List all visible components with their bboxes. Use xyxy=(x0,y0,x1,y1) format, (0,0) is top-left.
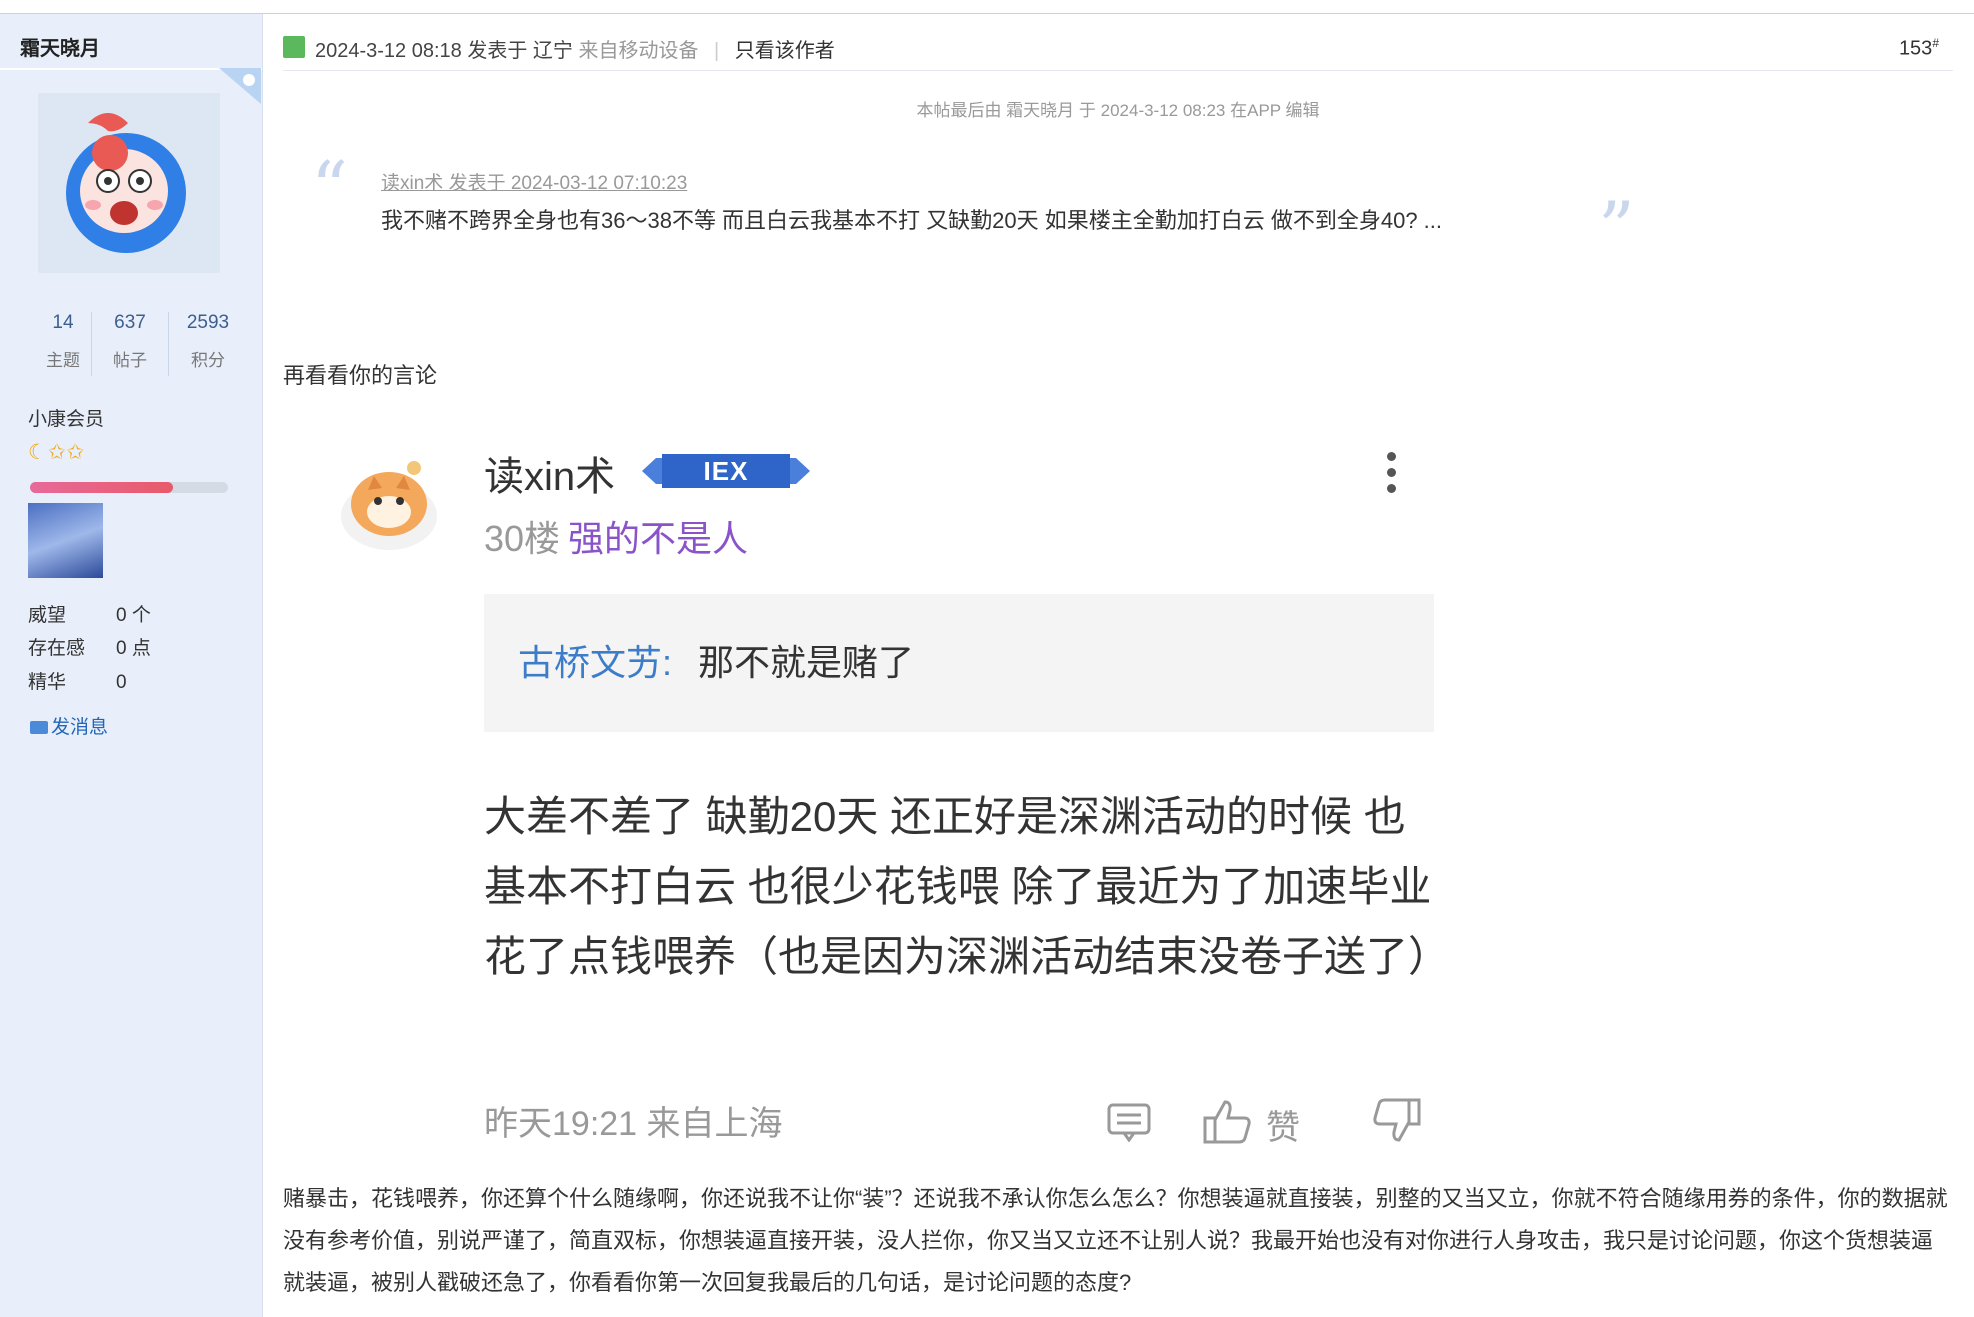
quote-close-icon: ” xyxy=(1598,186,1635,270)
stat-threads[interactable]: 14 主题 xyxy=(28,312,98,371)
info-digest: 精华 0 xyxy=(28,667,127,694)
level-progress-bar xyxy=(30,482,228,493)
send-message-label: 发消息 xyxy=(51,717,109,738)
screenshot-floor: 30楼 强的不是人 xyxy=(484,510,748,562)
stat-points-value: 2593 xyxy=(186,312,230,333)
screenshot-body: 大差不差了 缺勤20天 还正好是深渊活动的时候 也基本不打白云 也很少花钱喂 除… xyxy=(484,793,1451,980)
info-value: 0 xyxy=(116,672,127,693)
rank-stars-icon: ☾✩✩ xyxy=(28,441,86,464)
stat-posts[interactable]: 637 帖子 xyxy=(95,312,165,371)
like-label[interactable]: 赞 xyxy=(1266,1100,1300,1149)
embedded-screenshot: 读xin术 IEX 30楼 强的不是人 古桥文艻: 那不就是赌了 大差不差了 缺勤… xyxy=(320,432,1450,1152)
stat-divider xyxy=(91,312,92,376)
screenshot-floor-label: 30楼 xyxy=(484,518,561,559)
info-key: 存在感 xyxy=(28,638,86,659)
more-dots-icon[interactable] xyxy=(1384,452,1398,502)
screenshot-reply-box: 古桥文艻: 那不就是赌了 xyxy=(484,594,1434,732)
mail-icon xyxy=(30,721,48,735)
floor-number[interactable]: 153# xyxy=(1899,36,1939,61)
stat-posts-label: 帖子 xyxy=(113,351,147,370)
reply-to-user[interactable]: 古桥文艻: xyxy=(518,634,672,686)
info-key: 精华 xyxy=(28,672,67,693)
stat-posts-value: 637 xyxy=(114,312,146,333)
info-key: 威望 xyxy=(28,605,67,626)
only-author-link[interactable]: 只看该作者 xyxy=(735,40,835,62)
screenshot-user-tag: 强的不是人 xyxy=(568,518,749,559)
lead-text: 再看看你的言论 xyxy=(283,363,438,388)
send-message-link[interactable]: 发消息 xyxy=(30,712,108,739)
thumb-up-icon[interactable] xyxy=(1202,1098,1254,1144)
cat-avatar-icon xyxy=(341,461,437,550)
meta-separator: | xyxy=(714,40,720,62)
level-badge-text: IEX xyxy=(703,456,749,486)
stat-points-label: 积分 xyxy=(191,351,225,370)
stat-points[interactable]: 2593 积分 xyxy=(173,312,243,371)
author-name[interactable]: 霜天晓月 xyxy=(20,32,100,61)
post-header: 2024-3-12 08:18 发表于 辽宁 来自移动设备 | 只看该作者 15… xyxy=(283,30,1953,71)
level-badge: IEX xyxy=(642,450,810,492)
post-datetime: 2024-3-12 08:18 发表于 辽宁 xyxy=(315,40,573,62)
info-reputation: 威望 0 个 xyxy=(28,600,151,627)
post-status-icon xyxy=(283,36,305,58)
comment-icon[interactable] xyxy=(1106,1102,1152,1142)
edit-note: 本帖最后由 霜天晓月 于 2024-3-12 08:23 在APP 编辑 xyxy=(916,101,1320,120)
author-stats: 14 主题 637 帖子 2593 积分 xyxy=(28,312,238,382)
floor-number-value: 153 xyxy=(1898,37,1933,60)
info-value: 0 个 xyxy=(116,605,151,626)
reply-text: 那不就是赌了 xyxy=(698,642,915,683)
stat-threads-value: 14 xyxy=(52,312,74,333)
floor-mark: # xyxy=(1932,36,1939,50)
info-value: 0 点 xyxy=(116,638,151,659)
post-closing-text: 赌暴击，花钱喂养，你还算个什么随缘啊，你还说我不让你“装”？还说我不承认你怎么怎… xyxy=(283,1186,1948,1295)
screenshot-username[interactable]: 读xin术 xyxy=(484,444,615,502)
thumb-down-icon[interactable] xyxy=(1370,1098,1422,1144)
level-progress-fill xyxy=(30,482,173,493)
stat-divider xyxy=(168,312,169,376)
post-meta: 2024-3-12 08:18 发表于 辽宁 来自移动设备 | 只看该作者 xyxy=(315,34,835,63)
quote-author-link[interactable]: 读xin术 发表于 2024-03-12 07:10:23 xyxy=(381,168,687,195)
member-group[interactable]: 小康会员 xyxy=(28,404,104,431)
screenshot-footer: 昨天19:21 来自上海 xyxy=(484,1105,783,1143)
quote-open-icon: “ xyxy=(311,146,348,230)
info-presence: 存在感 0 点 xyxy=(28,633,151,660)
medal-badge[interactable] xyxy=(28,503,103,578)
top-border xyxy=(0,0,1974,14)
post-device: 来自移动设备 xyxy=(578,40,699,62)
quote-text: 我不赌不跨界全身也有36～38不等 而且白云我基本不打 又缺勤20天 如果楼主全… xyxy=(381,208,1443,233)
stat-threads-label: 主题 xyxy=(46,351,80,370)
